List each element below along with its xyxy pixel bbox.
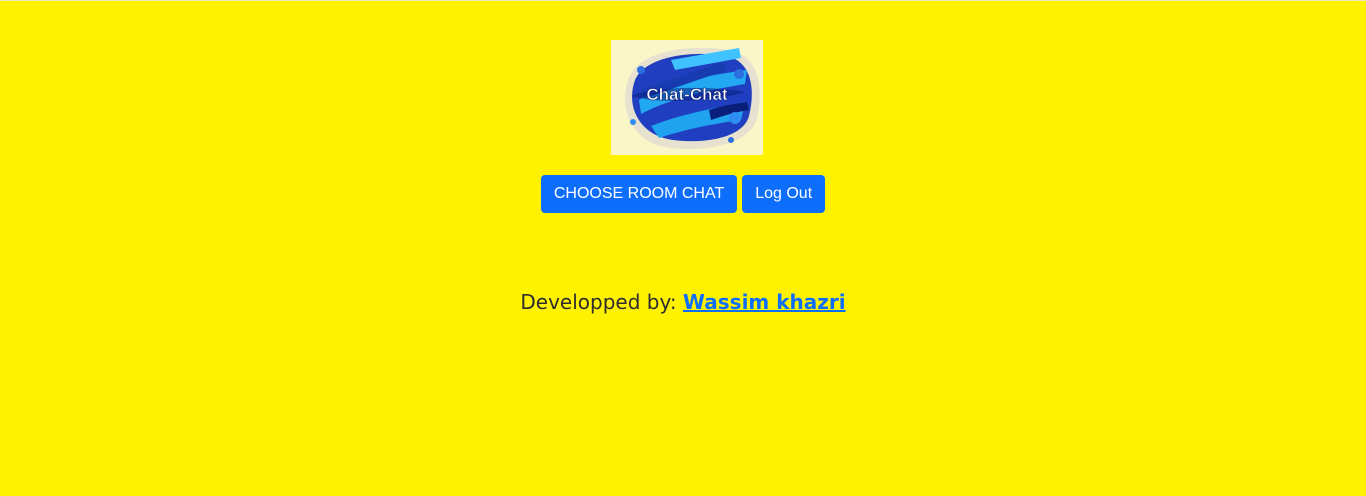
author-link[interactable]: Wassim khazri <box>683 290 846 314</box>
logo-text: Chat-Chat <box>646 85 728 104</box>
chat-chat-logo-icon: Chat-Chat <box>611 40 763 155</box>
action-buttons: CHOOSE ROOM CHAT Log Out <box>0 175 1366 213</box>
choose-room-chat-button[interactable]: CHOOSE ROOM CHAT <box>540 175 738 213</box>
logout-button[interactable]: Log Out <box>742 175 826 213</box>
credit-prefix: Developped by: <box>520 290 683 314</box>
developer-credit: Developped by: Wassim khazri <box>0 290 1366 314</box>
top-divider <box>0 0 1366 1</box>
